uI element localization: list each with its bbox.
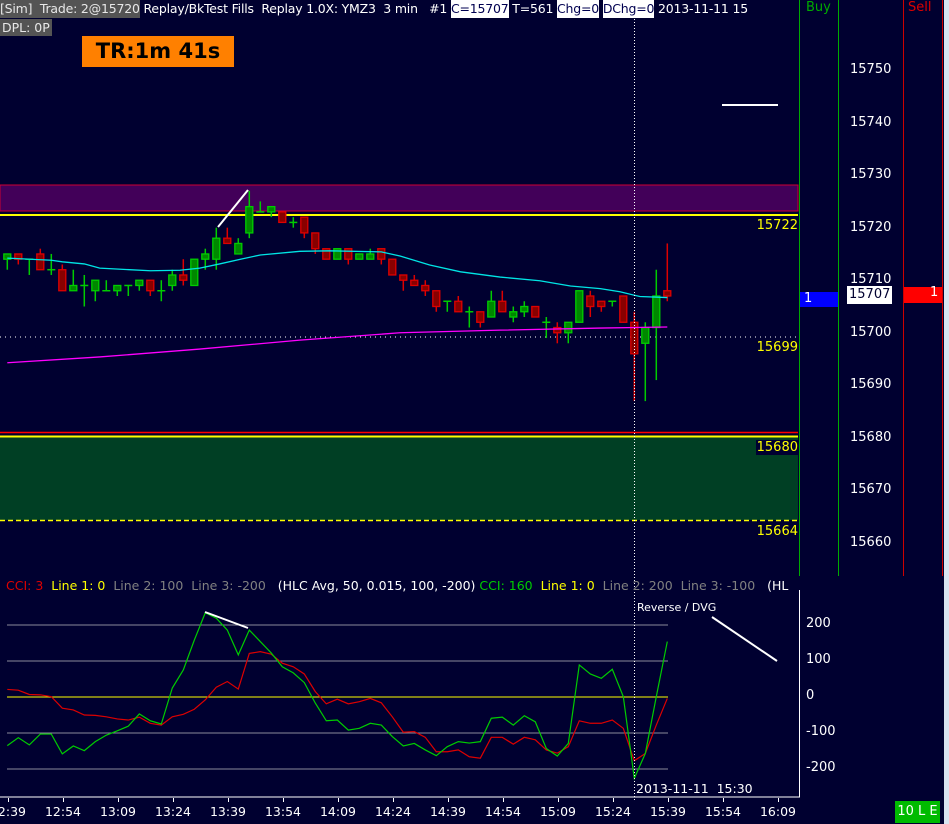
price-tick: 15680 bbox=[850, 429, 892, 445]
time-tick-mark bbox=[338, 798, 339, 802]
time-tick-mark bbox=[668, 798, 669, 802]
price-tick: 15740 bbox=[850, 114, 892, 130]
time-tick: 14:39 bbox=[429, 804, 467, 819]
time-tick-mark bbox=[778, 798, 779, 802]
time-tick: 15:54 bbox=[704, 804, 742, 819]
cci-axis-tick: 100 bbox=[806, 652, 831, 667]
time-tick-mark bbox=[283, 798, 284, 802]
time-tick: 13:39 bbox=[209, 804, 247, 819]
time-tick-mark bbox=[8, 798, 9, 802]
time-tick-mark bbox=[503, 798, 504, 802]
time-tick-mark bbox=[118, 798, 119, 802]
time-tick: 14:54 bbox=[484, 804, 522, 819]
time-tick: 13:54 bbox=[264, 804, 302, 819]
cci-axis-tick: 0 bbox=[806, 688, 815, 703]
price-tick: 15710 bbox=[850, 272, 892, 288]
ask-size: 1 bbox=[930, 285, 939, 300]
cci-axis-tick: 200 bbox=[806, 616, 831, 631]
current-price-label: 15707 bbox=[847, 286, 893, 304]
time-tick-mark bbox=[393, 798, 394, 802]
time-tick: 14:24 bbox=[374, 804, 412, 819]
time-tick: 13:09 bbox=[99, 804, 137, 819]
price-tick: 15690 bbox=[850, 377, 892, 393]
time-tick-mark bbox=[173, 798, 174, 802]
price-tick: 15730 bbox=[850, 167, 892, 183]
time-tick-mark bbox=[613, 798, 614, 802]
time-tick-mark bbox=[63, 798, 64, 802]
cci-axis-tick: -100 bbox=[806, 724, 836, 739]
time-tick-mark bbox=[558, 798, 559, 802]
time-tick: 12:54 bbox=[44, 804, 82, 819]
sell-column-header[interactable]: Sell bbox=[908, 0, 931, 15]
time-tick-mark bbox=[228, 798, 229, 802]
time-tick: 15:24 bbox=[594, 804, 632, 819]
price-tick: 15660 bbox=[850, 535, 892, 551]
buy-column-header[interactable]: Buy bbox=[806, 0, 831, 15]
cci-axis-tick: -200 bbox=[806, 760, 836, 775]
price-tick: 15670 bbox=[850, 482, 892, 498]
time-tick-mark bbox=[723, 798, 724, 802]
price-tick: 15700 bbox=[850, 324, 892, 340]
time-tick: 14:09 bbox=[319, 804, 357, 819]
price-tick: 15750 bbox=[850, 62, 892, 77]
time-tick: 15:09 bbox=[539, 804, 577, 819]
window-edge bbox=[944, 0, 949, 824]
time-tick-mark bbox=[448, 798, 449, 802]
position-status-badge: 10 L E bbox=[895, 801, 940, 823]
time-tick: 12:39 bbox=[0, 804, 27, 819]
price-tick: 15720 bbox=[850, 219, 892, 235]
time-axis: 12:39 12:54 13:09 13:24 13:39 13:54 14:09 14:24… bbox=[0, 0, 800, 824]
time-tick: 15:39 bbox=[649, 804, 687, 819]
time-tick: 13:24 bbox=[154, 804, 192, 819]
bid-size: 1 bbox=[804, 291, 813, 306]
time-tick: 16:09 bbox=[759, 804, 797, 819]
